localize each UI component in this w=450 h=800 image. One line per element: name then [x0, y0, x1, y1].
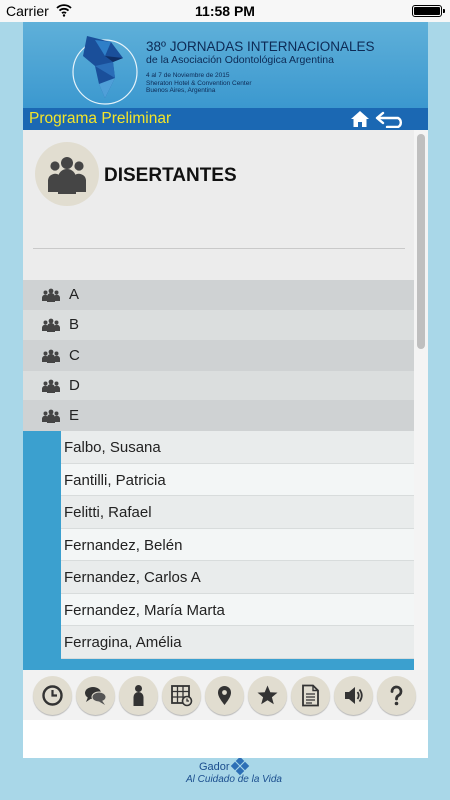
- help-button[interactable]: [377, 676, 416, 715]
- banner-city: Buenos Aires, Argentina: [146, 87, 216, 94]
- list-item[interactable]: Felitti, Rafael: [61, 496, 414, 529]
- sponsor-slogan: Al Cuidado de la Vida: [186, 774, 282, 785]
- map-pin-icon: [218, 686, 231, 705]
- letter-label: C: [69, 346, 80, 364]
- people-group-icon: [42, 379, 60, 393]
- banner-info: 4 al 7 de Noviembre de 2015 Sheraton Hot…: [146, 72, 252, 95]
- speaker-names-list: Falbo, Susana Fantilli, Patricia Felitti…: [23, 431, 414, 670]
- speaker-icon: [345, 687, 363, 704]
- help-icon: [390, 685, 403, 706]
- event-logo-icon: [72, 36, 138, 105]
- people-group-icon: [48, 157, 86, 194]
- people-group-icon: [42, 288, 60, 302]
- location-button[interactable]: [205, 676, 244, 715]
- sponsor-brand: Gador: [199, 761, 230, 773]
- calendar-grid-icon: [171, 685, 193, 707]
- speaker-name: Fernandez, María Marta: [64, 601, 225, 619]
- speaker-name: Felitti, Rafael: [64, 504, 152, 521]
- people-group-icon: [42, 349, 60, 363]
- letter-label: A: [69, 286, 80, 303]
- banner-subtitle: de la Asociación Odontológica Argentina: [146, 54, 334, 66]
- profile-button[interactable]: [119, 676, 158, 715]
- letter-row-d[interactable]: D: [23, 370, 414, 402]
- event-banner: 38º JORNADAS INTERNACIONALES de la Asoci…: [23, 22, 428, 108]
- app-window: 38º JORNADAS INTERNACIONALES de la Asoci…: [23, 22, 428, 758]
- speaker-name: Falbo, Susana: [64, 439, 161, 456]
- list-item[interactable]: Fernandez, Belén: [61, 528, 414, 561]
- program-title: Programa Preliminar: [29, 110, 172, 127]
- banner-venue: Sheraton Hotel & Convention Center: [146, 79, 252, 87]
- list-item[interactable]: Fernandez, María Marta: [61, 593, 414, 626]
- banner-title: 38º JORNADAS INTERNACIONALES: [146, 39, 375, 54]
- battery-icon: [412, 5, 445, 17]
- people-group-icon: [42, 409, 60, 424]
- speaker-name: Ferragina, Amélia: [64, 634, 182, 651]
- list-item[interactable]: Falbo, Susana: [61, 431, 414, 464]
- program-bar: Programa Preliminar: [23, 108, 428, 130]
- back-arrow-icon[interactable]: [374, 110, 406, 128]
- clock-icon: [42, 685, 63, 706]
- chat-button[interactable]: [76, 676, 115, 715]
- header-badge: [35, 142, 99, 206]
- letter-row-b[interactable]: B: [23, 310, 414, 341]
- list-item[interactable]: Ferragina, Amélia: [61, 626, 414, 659]
- list-item[interactable]: Fernandez, Carlos A: [61, 561, 414, 594]
- letter-label: E: [69, 407, 80, 425]
- star-icon: [257, 685, 278, 705]
- people-group-icon: [42, 318, 60, 333]
- speaker-name: Fernandez, Belén: [64, 536, 183, 554]
- speaker-name: Fantilli, Patricia: [64, 471, 166, 489]
- letter-row-a[interactable]: A: [23, 280, 414, 311]
- document-icon: [302, 684, 319, 707]
- letter-label: D: [69, 376, 80, 394]
- clock-time: 11:58 PM: [195, 3, 255, 19]
- page-title: DISERTANTES: [104, 165, 237, 186]
- scrollbar-thumb[interactable]: [417, 134, 425, 349]
- bottom-spacer: [23, 720, 428, 758]
- banner-date: 4 al 7 de Noviembre de 2015: [146, 72, 230, 79]
- document-button[interactable]: [291, 676, 330, 715]
- sponsor-footer: Gador Al Cuidado de la Vida: [0, 758, 450, 800]
- letter-row-e[interactable]: E: [23, 401, 414, 432]
- chat-icon: [85, 687, 107, 705]
- letter-label: B: [69, 316, 80, 334]
- divider: [33, 248, 405, 249]
- announcements-button[interactable]: [334, 676, 373, 715]
- status-bar: Carrier 11:58 PM: [0, 0, 450, 22]
- scrollbar[interactable]: [414, 130, 428, 670]
- home-icon[interactable]: [350, 110, 370, 128]
- bottom-nav-bar: [23, 670, 428, 720]
- speakers-list-panel: DISERTANTES A B C D E Falbo, Susana Fant…: [23, 130, 414, 670]
- person-icon: [133, 685, 144, 706]
- clock-button[interactable]: [33, 676, 72, 715]
- list-item[interactable]: Fantilli, Patricia: [61, 463, 414, 496]
- letter-row-c[interactable]: C: [23, 340, 414, 371]
- schedule-button[interactable]: [162, 676, 201, 715]
- speaker-name: Fernandez, Carlos A: [64, 569, 201, 586]
- favorites-button[interactable]: [248, 676, 287, 715]
